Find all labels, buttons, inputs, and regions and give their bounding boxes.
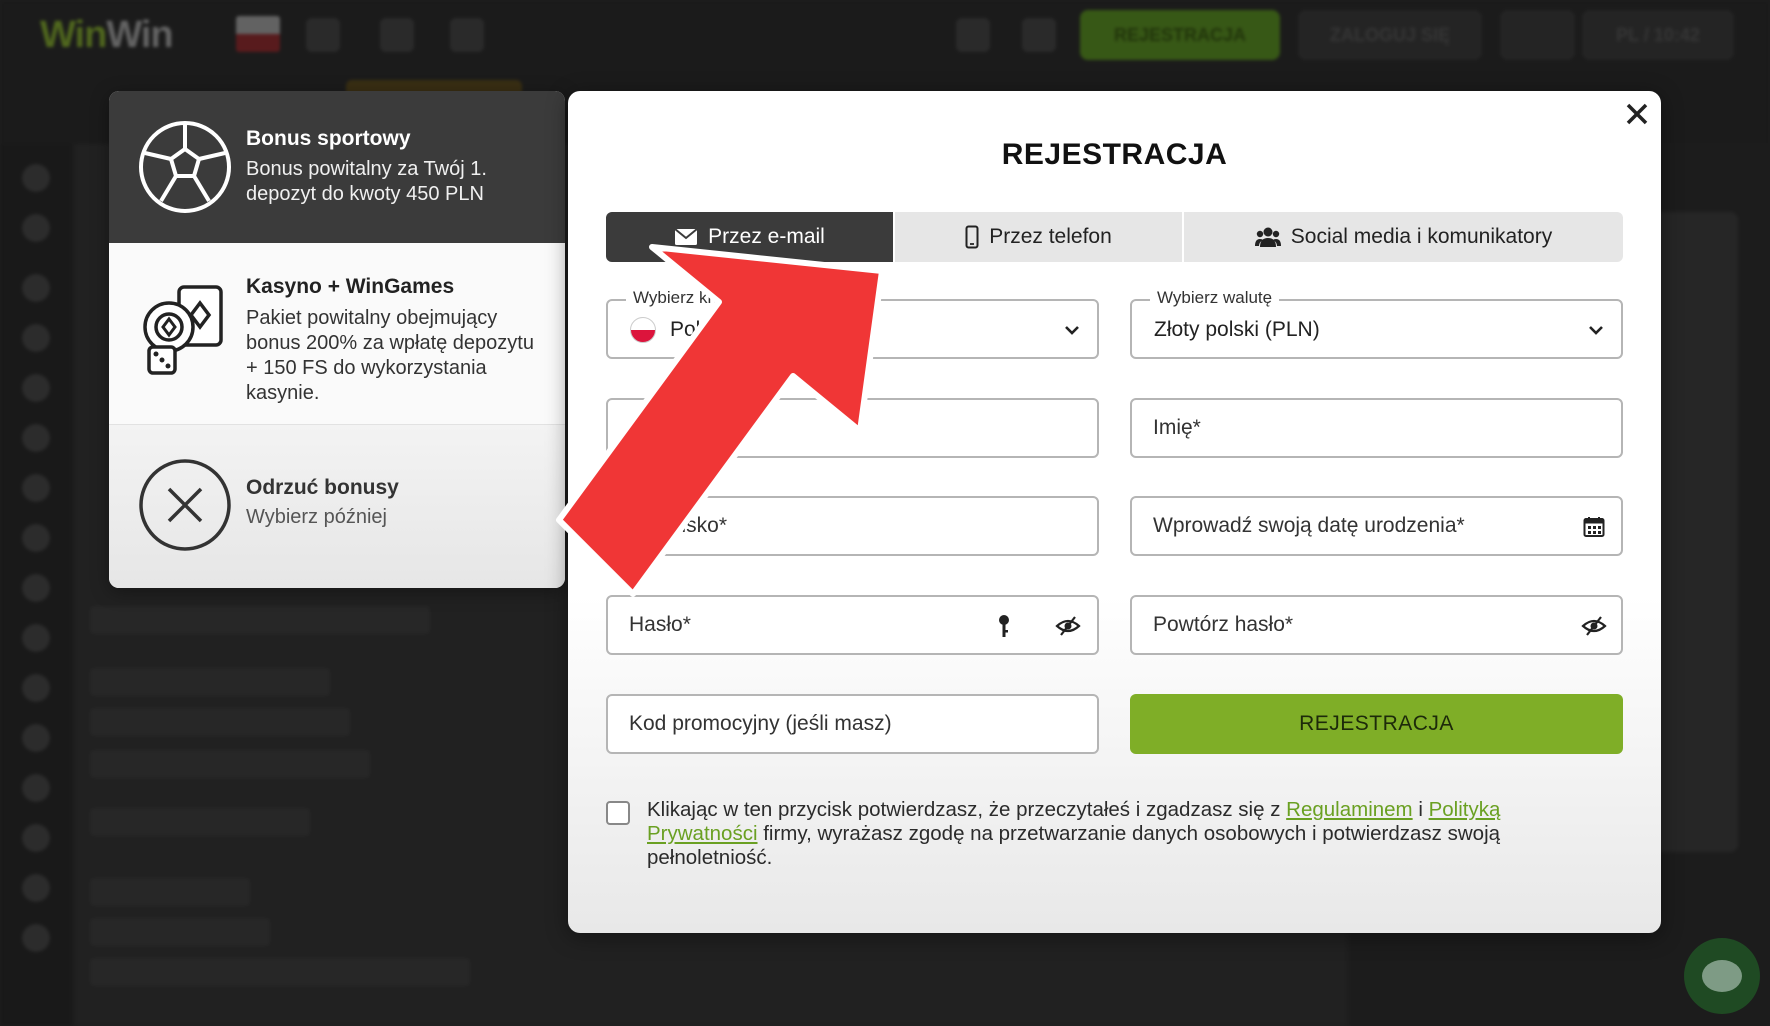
terms-link[interactable]: Regulaminem (1286, 798, 1412, 821)
firstname-placeholder: Imię* (1153, 416, 1201, 439)
promo-code-field[interactable]: Kod promocyjny (jeśli masz) (606, 694, 1099, 754)
currency-select[interactable]: Wybierz walutę Złoty polski (PLN) (1130, 288, 1623, 359)
poland-flag-icon (630, 317, 656, 343)
password-placeholder: Hasło* (629, 613, 691, 636)
bonus-option-casino[interactable]: Kasyno + WinGames Pakiet powitalny obejm… (109, 243, 565, 425)
calendar-icon[interactable] (1581, 514, 1607, 540)
reject-x-icon (139, 459, 231, 551)
promo-placeholder: Kod promocyjny (jeśli masz) (629, 712, 892, 735)
modal-title: REJESTRACJA (1001, 138, 1228, 171)
email-field[interactable]: Email* (606, 398, 1099, 458)
tab-email[interactable]: Przez e-mail (606, 212, 895, 262)
bonus-panel: Bonus sportowy Bonus powitalny za Twój 1… (109, 91, 565, 588)
tab-label: Social media i komunikatory (1290, 225, 1553, 248)
currency-legend: Wybierz walutę (1150, 288, 1280, 308)
currency-value: Złoty polski (PLN) (1154, 318, 1320, 341)
registration-method-tabs: Przez e-mail Przez telefon Social media … (606, 212, 1623, 262)
country-value: Polska (670, 318, 734, 341)
tab-label: Przez telefon (989, 225, 1112, 248)
casino-chips-cards-icon (143, 285, 223, 375)
lastname-field[interactable]: Nazwisko* (606, 496, 1099, 556)
registration-modal: REJESTRACJA Przez e-mail Przez telefon S… (568, 91, 1661, 933)
close-button[interactable] (1622, 99, 1652, 129)
users-icon (1254, 227, 1281, 247)
tab-phone[interactable]: Przez telefon (895, 212, 1184, 262)
eye-hidden-icon[interactable] (1055, 613, 1081, 639)
bonus-description: Bonus powitalny za Twój 1. depozyt do kw… (246, 158, 487, 205)
terms-checkbox[interactable] (606, 801, 630, 825)
chat-icon[interactable] (1684, 938, 1760, 1014)
tab-label: Przez e-mail (708, 225, 825, 248)
bonus-title: Bonus sportowy (246, 127, 411, 150)
close-icon (1626, 103, 1648, 125)
chevron-down-icon (1065, 326, 1079, 335)
lastname-placeholder: Nazwisko* (629, 514, 728, 537)
register-submit-button[interactable]: REJESTRACJA (1130, 694, 1623, 754)
password-repeat-field[interactable]: Powtórz hasło* (1130, 595, 1623, 655)
envelope-icon (674, 228, 698, 245)
eye-hidden-icon[interactable] (1581, 613, 1607, 639)
key-icon[interactable] (991, 613, 1017, 639)
bonus-title: Odrzuć bonusy (246, 476, 399, 499)
email-placeholder: Email* (629, 416, 690, 439)
birthdate-placeholder: Wprowadź swoją datę urodzenia* (1153, 514, 1465, 537)
phone-icon (965, 225, 979, 249)
firstname-field[interactable]: Imię* (1130, 398, 1623, 458)
bonus-description: Wybierz później (246, 506, 387, 528)
bonus-option-sport[interactable]: Bonus sportowy Bonus powitalny za Twój 1… (109, 91, 565, 243)
password-field[interactable]: Hasło* (606, 595, 1099, 655)
birthdate-field[interactable]: Wprowadź swoją datę urodzenia* (1130, 496, 1623, 556)
bonus-option-reject[interactable]: Odrzuć bonusy Wybierz później (109, 425, 565, 588)
country-select[interactable]: Wybierz kraj Polska (606, 288, 1099, 359)
bonus-description: Pakiet powitalny obejmujący bonus 200% z… (246, 307, 534, 404)
country-legend: Wybierz kraj (626, 288, 734, 308)
soccer-ball-icon (139, 121, 231, 213)
tab-social[interactable]: Social media i komunikatory (1184, 212, 1623, 262)
password-repeat-placeholder: Powtórz hasło* (1153, 613, 1294, 636)
terms-text: Klikając w ten przycisk potwierdzasz, że… (647, 798, 1501, 869)
bonus-title: Kasyno + WinGames (246, 275, 455, 298)
chevron-down-icon (1589, 326, 1603, 335)
